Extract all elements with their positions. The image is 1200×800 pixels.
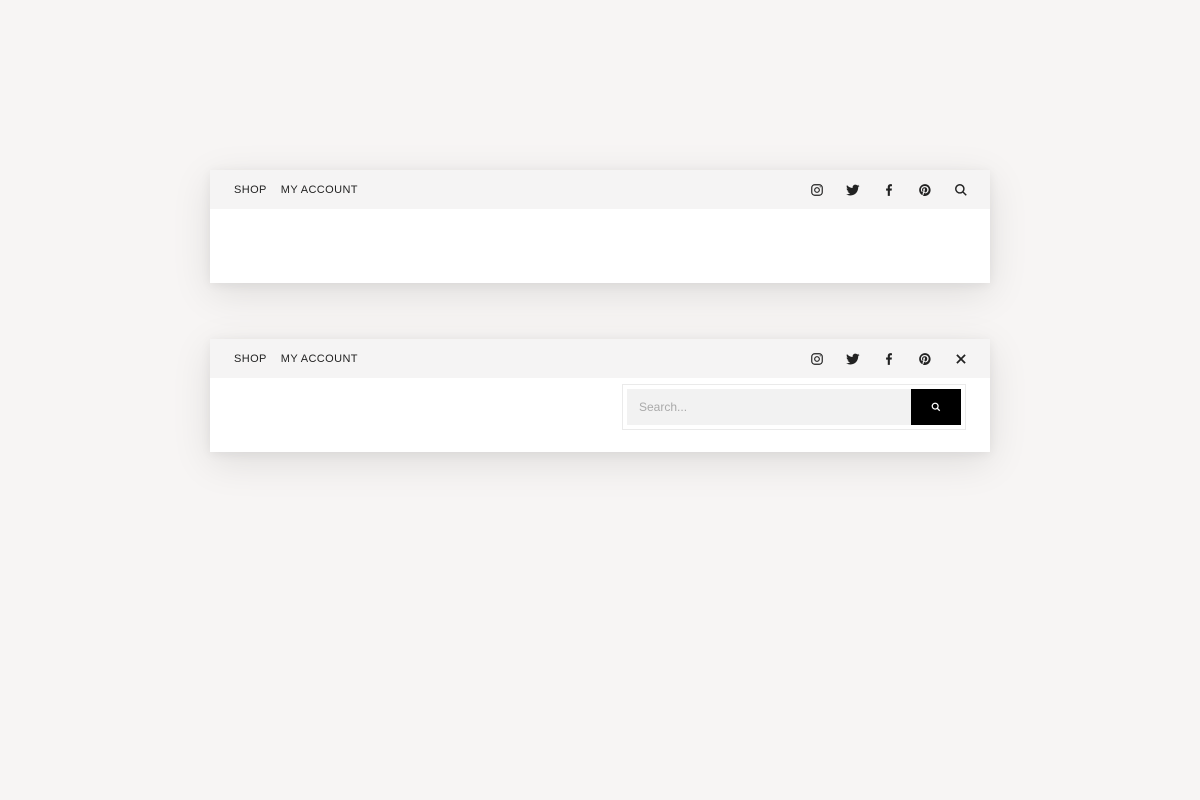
twitter-icon[interactable] [846, 183, 860, 197]
search-box [622, 384, 966, 430]
topbar: SHOP MY ACCOUNT [210, 170, 990, 209]
nav-left: SHOP MY ACCOUNT [234, 184, 358, 196]
search-icon[interactable] [954, 183, 968, 197]
instagram-icon[interactable] [810, 352, 824, 366]
nav-shop[interactable]: SHOP [234, 184, 267, 196]
topbar: SHOP MY ACCOUNT [210, 339, 990, 378]
nav-my-account[interactable]: MY ACCOUNT [281, 353, 358, 365]
instagram-icon[interactable] [810, 183, 824, 197]
close-icon[interactable] [954, 352, 968, 366]
header-body [210, 378, 990, 452]
pinterest-icon[interactable] [918, 183, 932, 197]
header-body [210, 209, 990, 283]
nav-left: SHOP MY ACCOUNT [234, 353, 358, 365]
facebook-icon[interactable] [882, 352, 896, 366]
pinterest-icon[interactable] [918, 352, 932, 366]
facebook-icon[interactable] [882, 183, 896, 197]
header-card-closed: SHOP MY ACCOUNT [210, 170, 990, 283]
search-submit-button[interactable] [911, 389, 961, 425]
twitter-icon[interactable] [846, 352, 860, 366]
search-input[interactable] [627, 389, 911, 425]
nav-my-account[interactable]: MY ACCOUNT [281, 184, 358, 196]
header-card-open: SHOP MY ACCOUNT [210, 339, 990, 452]
nav-right [810, 183, 968, 197]
nav-shop[interactable]: SHOP [234, 353, 267, 365]
nav-right [810, 352, 968, 366]
